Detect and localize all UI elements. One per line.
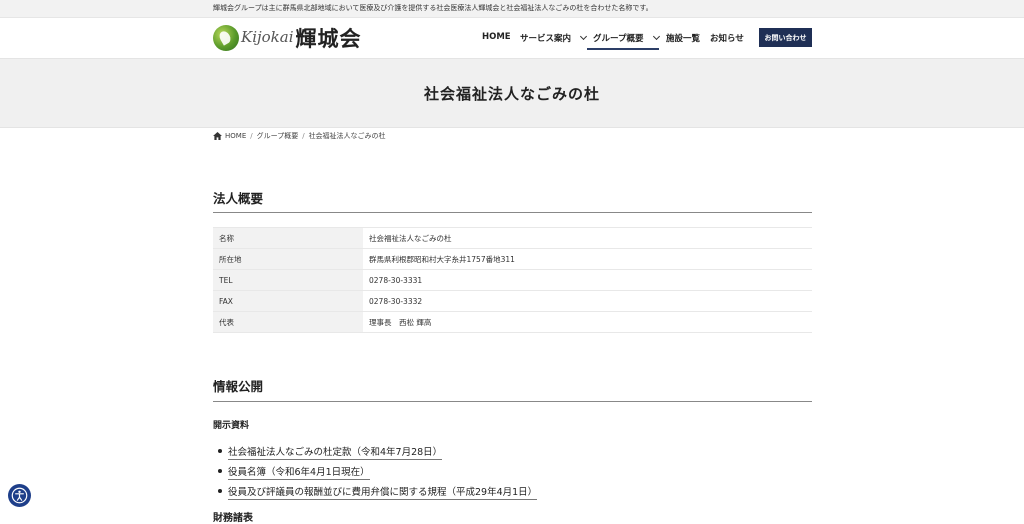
breadcrumb-group-overview[interactable]: グループ概要 — [257, 131, 299, 141]
logo-script-text: Kijokai — [241, 28, 294, 46]
documents-list: 社会福祉法人なごみの杜定款（令和4年7月28日） 役員名簿（令和6年4月1日現在… — [218, 444, 538, 504]
contact-button[interactable]: お問い合わせ — [759, 28, 812, 47]
nav-group-overview-label: グループ概要 — [593, 34, 644, 44]
list-item: 役員及び評議員の報酬並びに費用弁償に関する規程（平成29年4月1日） — [218, 484, 538, 504]
row-key: 名称 — [213, 227, 363, 249]
row-value: 0278-30-3331 — [363, 269, 812, 291]
nav-services[interactable]: サービス案内 — [520, 32, 588, 44]
bullet — [218, 449, 222, 453]
overview-table: 名称 社会福祉法人なごみの杜 所在地 群馬県利根郡昭和村大字糸井1757番地31… — [213, 227, 812, 333]
disclosure-heading: 情報公開 — [213, 379, 264, 394]
document-link[interactable]: 役員名簿（令和6年4月1日現在） — [228, 464, 370, 480]
table-row: 所在地 群馬県利根郡昭和村大字糸井1757番地311 — [213, 248, 812, 270]
site-header: Kijokai 輝城会 HOME サービス案内 グループ概要 施設一覧 お知らせ… — [0, 18, 1024, 58]
table-row: FAX 0278-30-3332 — [213, 290, 812, 312]
table-row: 代表 理事長 西松 輝高 — [213, 311, 812, 333]
accessibility-icon — [11, 487, 28, 504]
overview-divider — [213, 212, 812, 213]
breadcrumb: HOME / グループ概要 / 社会福祉法人なごみの杜 — [213, 131, 386, 141]
top-notice-bar: 輝城会グループは主に群馬県北部地域において医療及び介護を提供する社会医療法人輝城… — [0, 0, 1024, 18]
row-key: 代表 — [213, 311, 363, 333]
financial-statements-heading: 財務諸表 — [213, 513, 253, 524]
row-value: 社会福祉法人なごみの杜 — [363, 227, 812, 249]
nav-home[interactable]: HOME — [482, 32, 511, 42]
page-title: 社会福祉法人なごみの杜 — [423, 85, 600, 103]
logo-leaf-icon — [213, 25, 239, 51]
table-row: TEL 0278-30-3331 — [213, 269, 812, 291]
bullet — [218, 469, 222, 473]
document-link[interactable]: 役員及び評議員の報酬並びに費用弁償に関する規程（平成29年4月1日） — [228, 484, 538, 500]
nav-services-label: サービス案内 — [520, 34, 572, 44]
top-notice-text: 輝城会グループは主に群馬県北部地域において医療及び介護を提供する社会医療法人輝城… — [213, 4, 653, 12]
nav-facilities[interactable]: 施設一覧 — [666, 32, 700, 44]
row-key: FAX — [213, 290, 363, 312]
breadcrumb-separator: / — [250, 132, 253, 140]
nav-group-overview[interactable]: グループ概要 — [593, 32, 660, 44]
list-item: 役員名簿（令和6年4月1日現在） — [218, 464, 537, 484]
documents-subheading: 開示資料 — [213, 421, 250, 431]
nav-active-indicator — [587, 48, 659, 50]
row-value: 0278-30-3332 — [363, 290, 812, 312]
row-key: TEL — [213, 269, 363, 291]
accessibility-button[interactable] — [8, 484, 31, 507]
chevron-down-icon — [652, 32, 660, 40]
overview-heading: 法人概要 — [213, 191, 264, 206]
table-row: 名称 社会福祉法人なごみの杜 — [213, 227, 812, 249]
chevron-down-icon — [579, 32, 588, 40]
bullet — [218, 489, 222, 493]
home-icon — [213, 132, 222, 140]
row-value: 群馬県利根郡昭和村大字糸井1757番地311 — [363, 248, 812, 270]
row-value: 理事長 西松 輝高 — [363, 311, 812, 333]
list-item: 社会福祉法人なごみの杜定款（令和4年7月28日） — [218, 444, 537, 464]
site-logo[interactable]: Kijokai 輝城会 — [213, 24, 362, 52]
breadcrumb-separator: / — [302, 132, 305, 140]
page-banner: 社会福祉法人なごみの杜 — [0, 58, 1024, 128]
breadcrumb-current: 社会福祉法人なごみの杜 — [308, 132, 386, 140]
nav-news[interactable]: お知らせ — [710, 32, 744, 44]
document-link[interactable]: 社会福祉法人なごみの杜定款（令和4年7月28日） — [228, 444, 443, 460]
disclosure-divider — [213, 401, 812, 402]
logo-kanji-text: 輝城会 — [295, 26, 362, 51]
breadcrumb-home[interactable]: HOME — [225, 132, 246, 140]
row-key: 所在地 — [213, 248, 363, 270]
